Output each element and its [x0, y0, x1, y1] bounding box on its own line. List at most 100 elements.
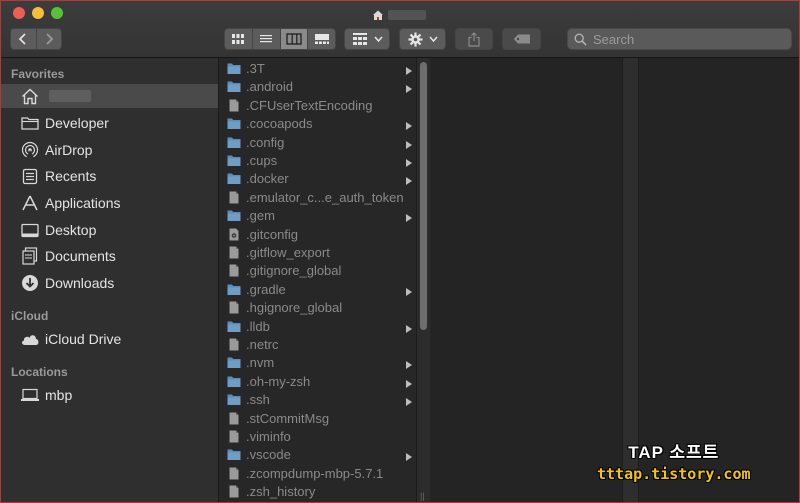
- grid-icon: [232, 34, 245, 44]
- file-row[interactable]: .android: [219, 78, 416, 96]
- file-row[interactable]: .gradle: [219, 281, 416, 299]
- sidebar: Favorites Developer AirDrop Recents Appl…: [1, 58, 219, 502]
- disclosure-triangle-icon: [405, 82, 413, 94]
- chevron-left-icon: [19, 33, 27, 45]
- disclosure-triangle-icon: [405, 450, 413, 462]
- folder-icon: [227, 154, 241, 167]
- group-by-button[interactable]: [344, 28, 390, 50]
- document-icon: [227, 99, 241, 112]
- folder-icon: [19, 113, 41, 133]
- gallery-icon: [314, 34, 329, 44]
- file-row[interactable]: .3T: [219, 60, 416, 78]
- file-row[interactable]: .lldb: [219, 318, 416, 336]
- file-row[interactable]: .zcompdump-mbp-5.7.1: [219, 465, 416, 483]
- icon-view-button[interactable]: [225, 29, 252, 49]
- sidebar-item-label: Desktop: [45, 222, 97, 238]
- file-row[interactable]: .config: [219, 134, 416, 152]
- close-window-button[interactable]: [13, 7, 25, 19]
- tag-button[interactable]: [502, 28, 541, 50]
- sidebar-item-label: mbp: [45, 387, 73, 403]
- navigation-buttons: [10, 28, 62, 50]
- gear-icon: [408, 32, 422, 46]
- file-name: .hgignore_global: [246, 300, 343, 316]
- file-row[interactable]: .stCommitMsg: [219, 410, 416, 428]
- document-icon: [227, 467, 241, 480]
- document-icon: [227, 430, 241, 443]
- sidebar-item-applications[interactable]: Applications: [1, 191, 218, 215]
- document-icon: [227, 301, 241, 314]
- file-row[interactable]: .vscode: [219, 446, 416, 464]
- home-icon: [373, 10, 383, 20]
- file-name: .stCommitMsg: [246, 410, 330, 426]
- forward-button[interactable]: [35, 29, 61, 49]
- file-row[interactable]: .viminfo: [219, 428, 416, 446]
- file-row[interactable]: .cups: [219, 152, 416, 170]
- document-icon: [227, 338, 241, 351]
- minimize-window-button[interactable]: [32, 7, 44, 19]
- sidebar-section-favorites: Favorites: [11, 67, 65, 81]
- watermark-url: tttap.tistory.com: [597, 465, 751, 483]
- sidebar-item-downloads[interactable]: Downloads: [1, 271, 218, 295]
- file-row[interactable]: .oh-my-zsh: [219, 373, 416, 391]
- folder-icon: [227, 448, 241, 461]
- back-button[interactable]: [11, 29, 36, 49]
- file-row[interactable]: .emulator_c...e_auth_token: [219, 189, 416, 207]
- columns-icon: [286, 33, 302, 45]
- file-row[interactable]: .gitflow_export: [219, 244, 416, 262]
- sidebar-item-label: AirDrop: [45, 142, 93, 158]
- chevron-down-icon: [428, 36, 438, 42]
- file-row[interactable]: .gem: [219, 207, 416, 225]
- file-row[interactable]: .cocoapods: [219, 115, 416, 133]
- sidebar-item-label: Applications: [45, 195, 121, 211]
- file-name: .ssh: [246, 392, 270, 408]
- column-resize-handle[interactable]: ||: [420, 491, 425, 501]
- sidebar-item-documents[interactable]: Documents: [1, 244, 218, 268]
- folder-icon: [227, 283, 241, 296]
- gallery-view-button[interactable]: [307, 29, 335, 49]
- zoom-window-button[interactable]: [51, 7, 63, 19]
- sidebar-item-airdrop[interactable]: AirDrop: [1, 138, 218, 162]
- list-view-button[interactable]: [251, 29, 280, 49]
- folder-icon: [227, 172, 241, 185]
- file-row[interactable]: .CFUserTextEncoding: [219, 97, 416, 115]
- file-row[interactable]: .ssh: [219, 391, 416, 409]
- file-list-column: .3T .android .CFUserTextEncoding .cocoapods…: [219, 58, 416, 502]
- sidebar-item-mbp[interactable]: mbp: [1, 383, 218, 407]
- sidebar-item-home[interactable]: [1, 84, 218, 108]
- file-name: .zsh_history: [246, 484, 316, 500]
- sidebar-item-recents[interactable]: Recents: [1, 164, 218, 188]
- column-view-button[interactable]: [279, 29, 308, 49]
- file-row[interactable]: .zsh_history: [219, 483, 416, 501]
- search-input[interactable]: [593, 31, 783, 47]
- disclosure-triangle-icon: [405, 285, 413, 296]
- disclosure-triangle-icon: [405, 322, 413, 333]
- folder-icon: [227, 375, 241, 388]
- folder-icon: [227, 209, 241, 222]
- sidebar-item-label: Downloads: [45, 275, 115, 291]
- file-row[interactable]: .gitignore_global: [219, 262, 416, 280]
- file-name: .nvm: [246, 355, 275, 371]
- file-row[interactable]: .netrc: [219, 336, 416, 354]
- second-column-scrollbar[interactable]: [623, 58, 639, 502]
- file-row[interactable]: .hgignore_global: [219, 299, 416, 317]
- file-row[interactable]: .docker: [219, 170, 416, 188]
- sidebar-item-developer[interactable]: Developer: [1, 111, 218, 135]
- file-row[interactable]: .nvm: [219, 354, 416, 372]
- document-icon: [227, 246, 241, 259]
- sidebar-item-desktop[interactable]: Desktop: [1, 218, 218, 242]
- scrollbar-thumb[interactable]: [420, 62, 427, 330]
- file-row[interactable]: .gitconfig: [219, 226, 416, 244]
- file-name: .vscode: [246, 447, 291, 463]
- chevron-down-icon: [373, 36, 383, 42]
- document-icon: [227, 264, 241, 277]
- home-icon: [19, 86, 41, 106]
- file-name: .emulator_c...e_auth_token: [246, 189, 404, 205]
- sidebar-item-label: Developer: [45, 115, 109, 131]
- search-field[interactable]: [567, 28, 792, 50]
- share-button[interactable]: [455, 28, 493, 50]
- file-list-scrollbar[interactable]: [416, 58, 430, 502]
- config-file-icon: [227, 228, 241, 241]
- sidebar-item-icloud-drive[interactable]: iCloud Drive: [1, 327, 218, 351]
- file-name: .netrc: [246, 337, 279, 352]
- action-menu-button[interactable]: [399, 28, 446, 50]
